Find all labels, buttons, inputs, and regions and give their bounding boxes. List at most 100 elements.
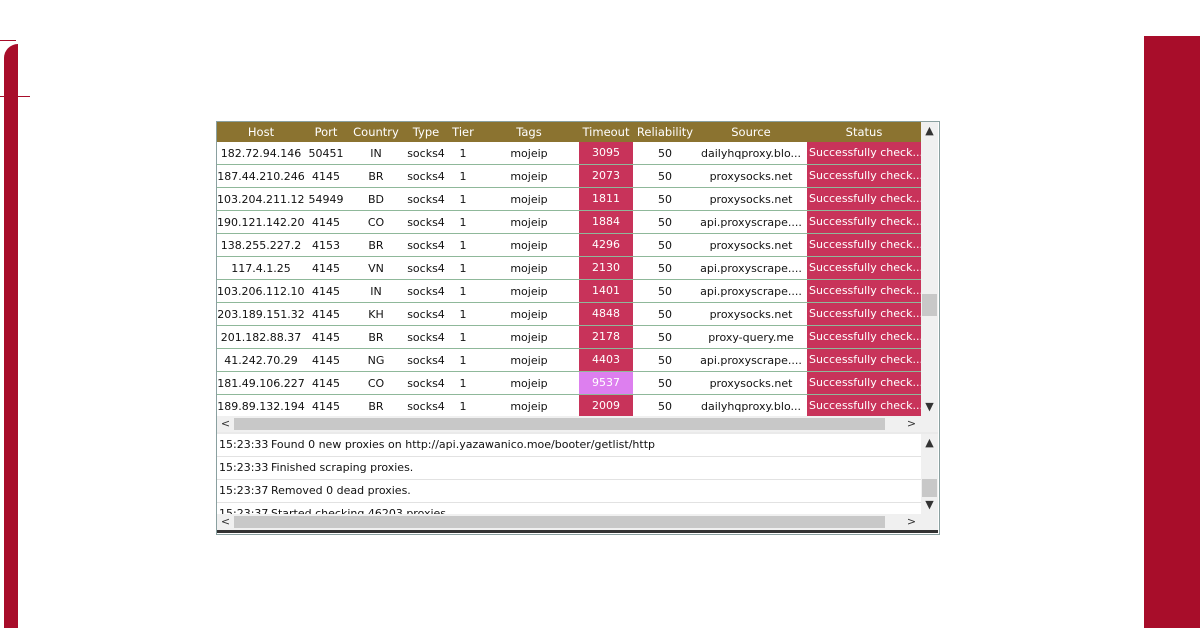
table-row[interactable]: 103.206.112.104 4145 IN socks4 1 mojeip 1401 50…: [217, 280, 921, 303]
cell-tier: 1: [459, 239, 467, 252]
table-row[interactable]: 189.89.132.194 4145 BR socks4 1 mojeip 2009 50 d…: [217, 395, 921, 416]
cell-type: socks4: [407, 216, 445, 229]
decorative-left-bar: [4, 44, 18, 628]
proxy-table: Host Port Country Type Tier Tags Timeout…: [217, 122, 921, 416]
cell-timeout: 3095: [579, 142, 633, 164]
window-bottom-border: [217, 530, 938, 533]
cell-tier: 1: [459, 377, 467, 390]
cell-tier: 1: [459, 400, 467, 413]
scroll-thumb[interactable]: [922, 479, 937, 497]
scroll-up-icon[interactable]: ▲: [921, 436, 938, 450]
cell-host: 187.44.210.246: [217, 170, 305, 183]
cell-source: dailyhqproxy.blo...: [701, 400, 801, 413]
column-header-tags[interactable]: Tags: [485, 125, 573, 139]
scroll-left-icon[interactable]: <: [217, 417, 234, 431]
table-vertical-scrollbar[interactable]: ▲ ▼: [921, 122, 938, 416]
table-row[interactable]: 182.72.94.146 50451 IN socks4 1 mojeip 3095 50 d…: [217, 142, 921, 165]
cell-tier: 1: [459, 354, 467, 367]
table-body: 182.72.94.146 50451 IN socks4 1 mojeip 3095 50 d…: [217, 142, 921, 416]
cell-type: socks4: [407, 377, 445, 390]
cell-reliability: 50: [658, 239, 672, 252]
cell-country: BD: [367, 193, 385, 206]
cell-reliability: 50: [658, 216, 672, 229]
cell-reliability: 50: [658, 400, 672, 413]
column-header-status[interactable]: Status: [807, 125, 921, 139]
log-horizontal-scrollbar[interactable]: < >: [217, 514, 921, 530]
cell-tier: 1: [459, 193, 467, 206]
scroll-right-icon[interactable]: >: [903, 417, 920, 431]
cell-host: 41.242.70.29: [224, 354, 298, 367]
table-row[interactable]: 187.44.210.246 4145 BR socks4 1 mojeip 2073 50 p…: [217, 165, 921, 188]
table-row[interactable]: 190.121.142.202 4145 CO socks4 1 mojeip 1884 50…: [217, 211, 921, 234]
cell-port: 4145: [312, 216, 340, 229]
cell-tags: mojeip: [510, 354, 548, 367]
cell-timeout: 2073: [579, 165, 633, 187]
cell-source: api.proxyscrape....: [700, 354, 802, 367]
column-header-tier[interactable]: Tier: [449, 125, 477, 139]
cell-timeout: 4848: [579, 303, 633, 325]
column-header-type[interactable]: Type: [405, 125, 447, 139]
cell-type: socks4: [407, 239, 445, 252]
cell-host: 181.49.106.227: [217, 377, 305, 390]
cell-status: Successfully check...: [807, 280, 921, 302]
scroll-down-icon[interactable]: ▼: [921, 400, 938, 414]
cell-tags: mojeip: [510, 239, 548, 252]
cell-type: socks4: [407, 170, 445, 183]
log-time: 15:23:37: [219, 484, 269, 497]
cell-timeout: 9537: [579, 372, 633, 394]
scroll-up-icon[interactable]: ▲: [921, 124, 938, 138]
cell-tier: 1: [459, 216, 467, 229]
cell-port: 4145: [312, 262, 340, 275]
cell-tags: mojeip: [510, 170, 548, 183]
decorative-right-bar: [1144, 36, 1200, 628]
cell-port: 54949: [308, 193, 344, 206]
column-header-timeout[interactable]: Timeout: [579, 125, 633, 139]
cell-port: 4153: [312, 239, 340, 252]
cell-tags: mojeip: [510, 285, 548, 298]
table-row[interactable]: 181.49.106.227 4145 CO socks4 1 mojeip 9537 50 p…: [217, 372, 921, 395]
scroll-right-icon[interactable]: >: [903, 515, 920, 529]
table-row[interactable]: 201.182.88.37 4145 BR socks4 1 mojeip 2178 50 pr…: [217, 326, 921, 349]
cell-status: Successfully check...: [807, 188, 921, 210]
cell-status: Successfully check...: [807, 234, 921, 256]
cell-status: Successfully check...: [807, 165, 921, 187]
cell-status: Successfully check...: [807, 211, 921, 233]
cell-port: 4145: [312, 400, 340, 413]
log-message: Removed 0 dead proxies.: [271, 484, 411, 497]
cell-reliability: 50: [658, 285, 672, 298]
table-row[interactable]: 103.204.211.126 54949 BD socks4 1 mojeip 1811 5…: [217, 188, 921, 211]
log-message: Started checking 46203 proxies...: [271, 507, 457, 514]
log-entry: 15:23:33 Found 0 new proxies on http://ap…: [217, 434, 921, 457]
scroll-thumb[interactable]: [234, 516, 885, 528]
cell-source: proxysocks.net: [709, 308, 793, 321]
scroll-thumb[interactable]: [234, 418, 885, 430]
cell-type: socks4: [407, 147, 445, 160]
log-vertical-scrollbar[interactable]: ▲ ▼: [921, 434, 938, 514]
cell-country: IN: [370, 147, 382, 160]
scroll-thumb[interactable]: [922, 294, 937, 316]
cell-host: 189.89.132.194: [217, 400, 305, 413]
cell-tags: mojeip: [510, 377, 548, 390]
table-row[interactable]: 41.242.70.29 4145 NG socks4 1 mojeip 4403 50 api…: [217, 349, 921, 372]
column-header-port[interactable]: Port: [307, 125, 345, 139]
column-header-host[interactable]: Host: [217, 125, 305, 139]
log-time: 15:23:33: [219, 461, 269, 474]
scroll-down-icon[interactable]: ▼: [921, 498, 938, 512]
column-header-reliability[interactable]: Reliability: [635, 125, 695, 139]
log-entry: 15:23:33 Finished scraping proxies.: [217, 457, 921, 480]
cell-reliability: 50: [658, 193, 672, 206]
log-message: Found 0 new proxies on http://api.yazawa…: [271, 438, 655, 451]
cell-source: api.proxyscrape....: [700, 262, 802, 275]
cell-port: 4145: [312, 170, 340, 183]
table-row[interactable]: 203.189.151.32 4145 KH socks4 1 mojeip 4848 50 p…: [217, 303, 921, 326]
table-horizontal-scrollbar[interactable]: < >: [217, 416, 921, 432]
table-row[interactable]: 117.4.1.25 4145 VN socks4 1 mojeip 2130 50 api.p…: [217, 257, 921, 280]
scroll-left-icon[interactable]: <: [217, 515, 234, 529]
cell-type: socks4: [407, 193, 445, 206]
log-time: 15:23:37: [219, 507, 269, 514]
table-row[interactable]: 138.255.227.2 4153 BR socks4 1 mojeip 4296 50 pr…: [217, 234, 921, 257]
column-header-country[interactable]: Country: [347, 125, 405, 139]
cell-port: 4145: [312, 377, 340, 390]
column-header-source[interactable]: Source: [697, 125, 805, 139]
cell-timeout: 2130: [579, 257, 633, 279]
